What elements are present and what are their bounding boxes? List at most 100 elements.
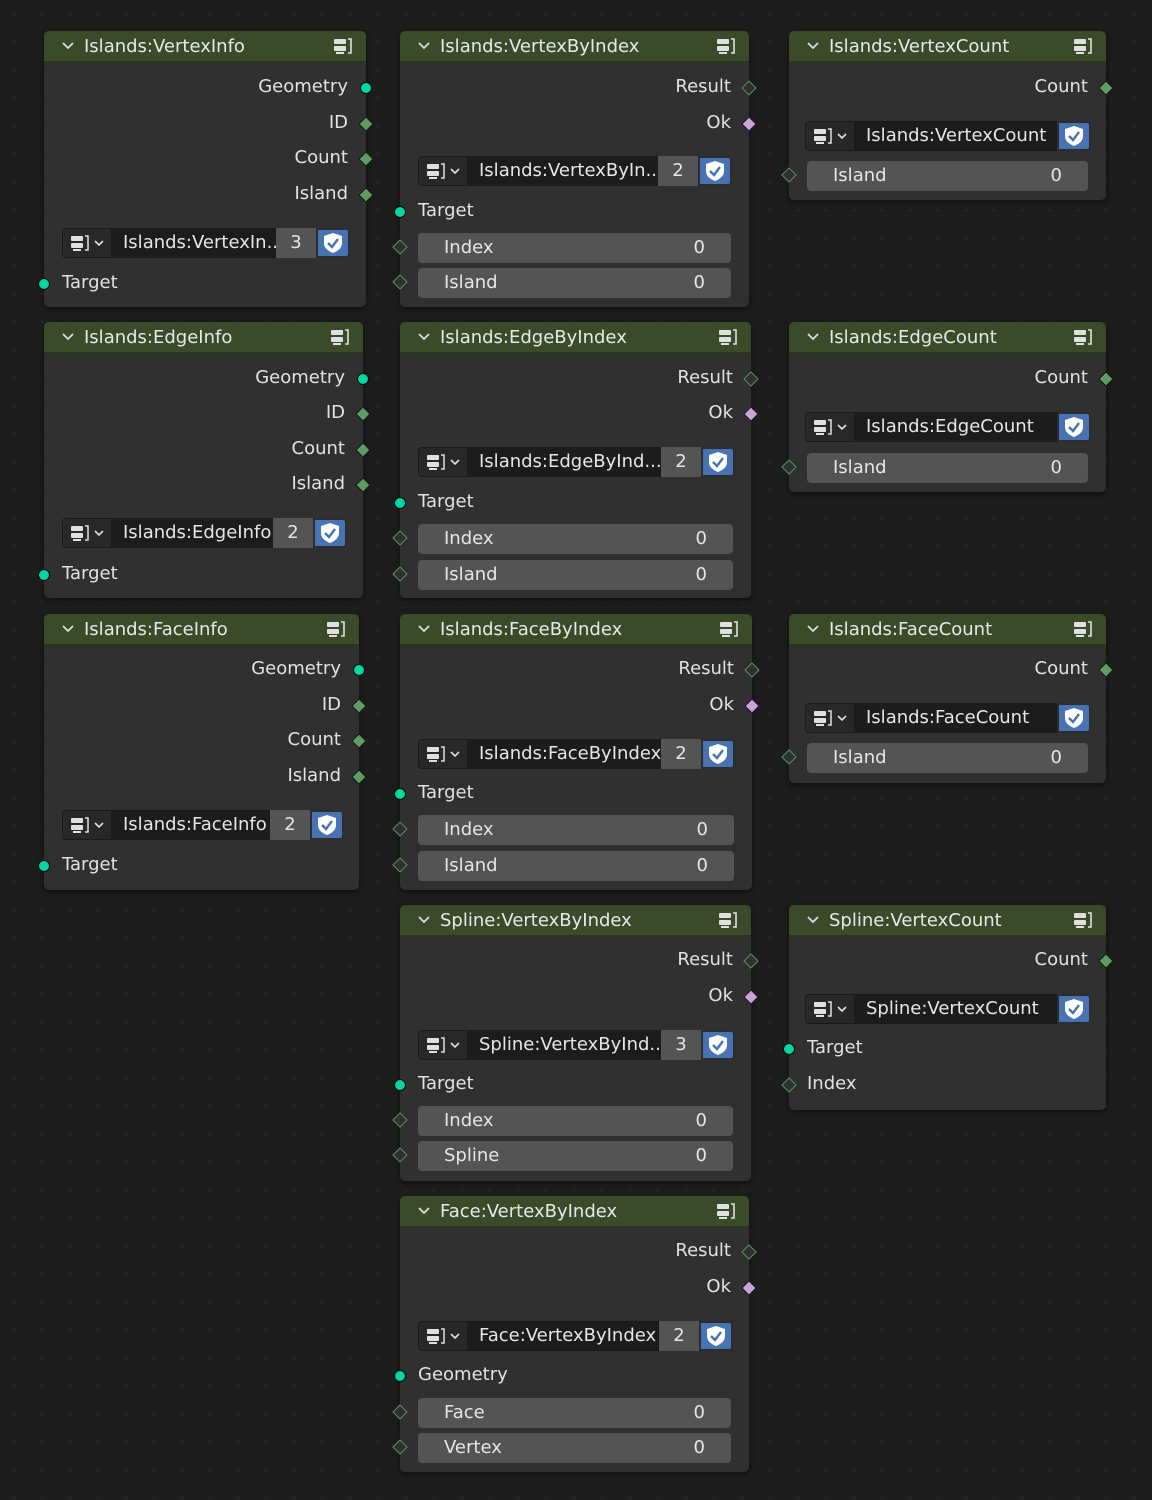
group-name-field[interactable]: Face:VertexByIndex — [467, 1321, 662, 1351]
node-islands-facecount[interactable]: Islands:FaceCount Count Islands:FaceCoun… — [781, 614, 1114, 783]
collapse-chevron-icon[interactable] — [416, 38, 432, 54]
group-name-field[interactable]: Islands:EdgeInfo — [111, 518, 277, 548]
fake-user-shield-icon[interactable] — [1057, 703, 1091, 733]
result-output-socket[interactable] — [744, 662, 760, 678]
node-group-selector[interactable]: Islands:VertexCount — [805, 121, 1091, 151]
node-group-selector[interactable]: Islands:VertexByIn... 2 — [418, 156, 732, 186]
target-input-socket[interactable] — [394, 497, 406, 509]
node-group-icon[interactable] — [325, 618, 347, 640]
group-browse-button[interactable] — [62, 810, 112, 840]
fake-user-shield-icon[interactable] — [699, 1321, 733, 1351]
result-output-socket[interactable] — [741, 80, 757, 96]
fake-user-shield-icon[interactable] — [1057, 412, 1091, 442]
node-header[interactable]: Islands:EdgeByIndex — [400, 322, 751, 354]
spline-input-socket[interactable] — [392, 1147, 408, 1163]
node-group-icon[interactable] — [715, 35, 737, 57]
collapse-chevron-icon[interactable] — [416, 621, 432, 637]
node-header[interactable]: Spline:VertexCount — [789, 905, 1106, 937]
node-islands-facebyindex[interactable]: Islands:FaceByIndex Result Ok Islands:Fa… — [392, 614, 760, 890]
node-header[interactable]: Islands:FaceCount — [789, 614, 1106, 646]
node-islands-edgeinfo[interactable]: Islands:EdgeInfo Geometry ID Count Islan… — [38, 322, 371, 598]
index-field[interactable]: Index 0 — [418, 815, 734, 845]
target-input-socket[interactable] — [394, 206, 406, 218]
geometry-output-socket[interactable] — [353, 664, 365, 676]
node-group-selector[interactable]: Islands:FaceInfo 2 — [62, 810, 344, 840]
fake-user-shield-icon[interactable] — [313, 518, 347, 548]
ok-output-socket[interactable] — [744, 698, 760, 714]
fake-user-shield-icon[interactable] — [1057, 994, 1091, 1024]
collapse-chevron-icon[interactable] — [416, 329, 432, 345]
collapse-chevron-icon[interactable] — [416, 1203, 432, 1219]
group-browse-button[interactable] — [418, 739, 468, 769]
group-name-field[interactable]: Islands:FaceByIndex — [467, 739, 664, 769]
node-group-icon[interactable] — [717, 909, 739, 931]
count-output-socket[interactable] — [355, 442, 371, 458]
node-group-selector[interactable]: Islands:FaceByIndex 2 — [418, 739, 735, 769]
group-browse-button[interactable] — [418, 1321, 468, 1351]
count-output-socket[interactable] — [1098, 662, 1114, 678]
node-header[interactable]: Spline:VertexByIndex — [400, 905, 751, 937]
index-input-socket[interactable] — [392, 1112, 408, 1128]
island-field[interactable]: Island 0 — [418, 560, 733, 590]
node-group-selector[interactable]: Islands:EdgeCount — [805, 412, 1091, 442]
island-field[interactable]: Island 0 — [807, 161, 1088, 191]
group-name-field[interactable]: Islands:EdgeByInd... — [467, 447, 664, 477]
group-name-field[interactable]: Spline:VertexByInd... — [467, 1030, 664, 1060]
island-field[interactable]: Island 0 — [807, 743, 1088, 773]
island-input-socket[interactable] — [392, 857, 408, 873]
island-field[interactable]: Island 0 — [418, 268, 731, 298]
node-group-selector[interactable]: Islands:VertexIn... 3 — [62, 228, 350, 258]
group-browse-button[interactable] — [805, 994, 855, 1024]
fake-user-shield-icon[interactable] — [701, 447, 735, 477]
node-group-icon[interactable] — [1072, 909, 1094, 931]
group-browse-button[interactable] — [418, 447, 468, 477]
target-input-socket[interactable] — [38, 569, 50, 581]
target-input-socket[interactable] — [394, 788, 406, 800]
node-header[interactable]: Islands:VertexCount — [789, 31, 1106, 63]
face-field[interactable]: Face 0 — [418, 1398, 731, 1428]
node-group-selector[interactable]: Islands:FaceCount — [805, 703, 1091, 733]
vertex-input-socket[interactable] — [392, 1439, 408, 1455]
id-output-socket[interactable] — [358, 116, 374, 132]
island-input-socket[interactable] — [392, 566, 408, 582]
count-output-socket[interactable] — [358, 151, 374, 167]
group-users-count[interactable]: 2 — [659, 1321, 699, 1351]
fake-user-shield-icon[interactable] — [698, 156, 732, 186]
node-group-icon[interactable] — [329, 326, 351, 348]
result-output-socket[interactable] — [741, 1244, 757, 1260]
node-group-icon[interactable] — [1072, 35, 1094, 57]
island-output-socket[interactable] — [358, 187, 374, 203]
fake-user-shield-icon[interactable] — [701, 739, 735, 769]
group-browse-button[interactable] — [418, 156, 468, 186]
geometry-input-socket[interactable] — [394, 1370, 406, 1382]
node-spline-vertexcount[interactable]: Spline:VertexCount Count Spline:VertexCo… — [781, 905, 1114, 1110]
node-group-icon[interactable] — [715, 1200, 737, 1222]
node-header[interactable]: Face:VertexByIndex — [400, 1196, 749, 1228]
group-name-field[interactable]: Islands:VertexCount — [854, 121, 1057, 151]
group-name-field[interactable]: Islands:FaceInfo — [111, 810, 274, 840]
group-users-count[interactable]: 2 — [658, 156, 698, 186]
group-name-field[interactable]: Islands:FaceCount — [854, 703, 1057, 733]
target-input-socket[interactable] — [38, 278, 50, 290]
vertex-field[interactable]: Vertex 0 — [418, 1433, 731, 1463]
target-input-socket[interactable] — [38, 860, 50, 872]
node-group-selector[interactable]: Islands:EdgeByInd... 2 — [418, 447, 735, 477]
island-output-socket[interactable] — [351, 769, 367, 785]
node-group-icon[interactable] — [718, 618, 740, 640]
index-input-socket[interactable] — [392, 530, 408, 546]
group-users-count[interactable]: 2 — [661, 447, 701, 477]
collapse-chevron-icon[interactable] — [805, 329, 821, 345]
group-name-field[interactable]: Islands:EdgeCount — [854, 412, 1057, 442]
node-group-icon[interactable] — [332, 35, 354, 57]
node-group-icon[interactable] — [1072, 618, 1094, 640]
group-users-count[interactable]: 3 — [276, 228, 316, 258]
node-header[interactable]: Islands:FaceByIndex — [400, 614, 752, 646]
island-input-socket[interactable] — [781, 459, 797, 475]
node-islands-vertexinfo[interactable]: Islands:VertexInfo Geometry ID Count Isl… — [38, 31, 374, 307]
group-browse-button[interactable] — [805, 412, 855, 442]
group-browse-button[interactable] — [805, 121, 855, 151]
index-input-socket[interactable] — [392, 239, 408, 255]
group-browse-button[interactable] — [62, 228, 112, 258]
group-users-count[interactable]: 3 — [661, 1030, 701, 1060]
collapse-chevron-icon[interactable] — [60, 38, 76, 54]
